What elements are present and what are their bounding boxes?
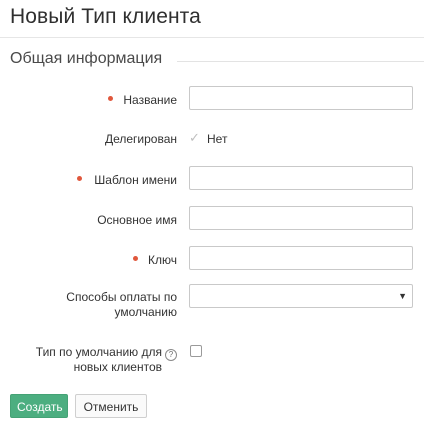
required-indicator xyxy=(108,96,113,101)
create-button[interactable]: Создать xyxy=(10,394,68,418)
key-label: Ключ xyxy=(148,253,177,267)
help-icon[interactable]: ? xyxy=(165,349,177,361)
name-label: Название xyxy=(123,93,177,107)
delegated-value: Нет xyxy=(207,132,228,146)
default-type-label-line2: новых клиентов xyxy=(73,360,162,374)
page-title: Новый Тип клиента xyxy=(10,5,201,28)
title-divider xyxy=(0,37,424,38)
payment-methods-label-line2: умолчанию xyxy=(114,305,177,319)
required-indicator xyxy=(77,176,82,181)
payment-methods-label-line1: Способы оплаты по xyxy=(66,290,177,304)
check-icon: ✓ xyxy=(189,130,200,145)
default-type-label-line1: Тип по умолчанию для xyxy=(35,345,162,359)
payment-methods-label: Способы оплаты по умолчанию xyxy=(66,290,177,320)
section-title: Общая информация xyxy=(10,50,163,67)
main-name-input[interactable] xyxy=(189,206,413,230)
payment-methods-select[interactable]: ▼ xyxy=(189,284,413,308)
cancel-button[interactable]: Отменить xyxy=(75,394,147,418)
delegated-label: Делегирован xyxy=(104,132,177,146)
required-indicator xyxy=(133,256,138,261)
name-template-label: Шаблон имени xyxy=(94,173,177,187)
main-name-label: Основное имя xyxy=(97,213,177,227)
key-input[interactable] xyxy=(189,246,413,270)
section-divider xyxy=(177,61,424,62)
name-input[interactable] xyxy=(189,86,413,110)
default-type-label: Тип по умолчанию для новых клиентов xyxy=(36,345,162,375)
default-type-checkbox[interactable] xyxy=(190,345,202,357)
chevron-down-icon: ▼ xyxy=(398,291,407,301)
name-template-input[interactable] xyxy=(189,166,413,190)
